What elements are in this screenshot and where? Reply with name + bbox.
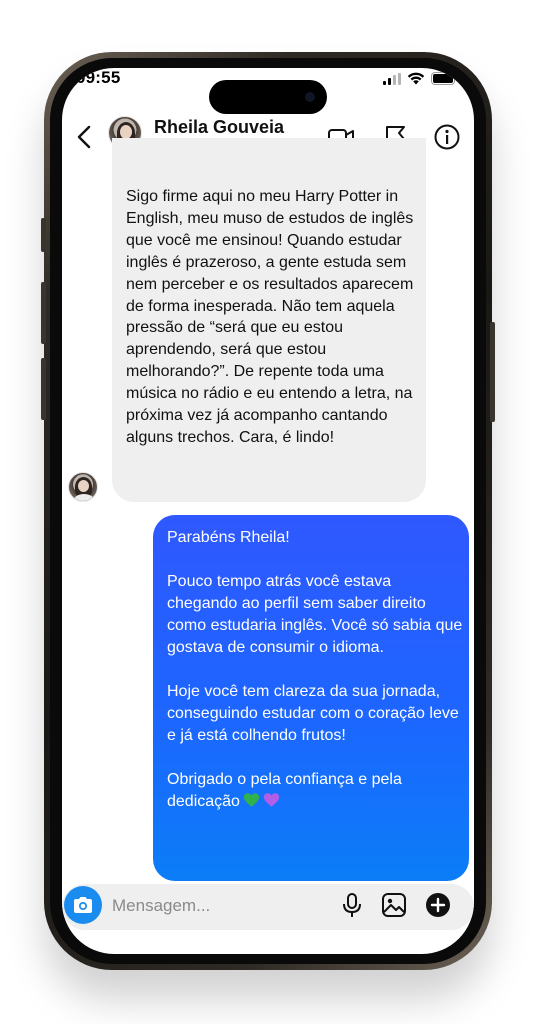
status-icons: [383, 72, 458, 85]
dynamic-island: [209, 80, 327, 114]
phone-side-button: [41, 282, 46, 344]
camera-icon: [74, 897, 92, 913]
sent-message-paragraph: Obrigado o pela confiança e pela dedicaç…: [167, 769, 463, 813]
info-icon[interactable]: [432, 122, 462, 152]
green-heart-icon: [243, 793, 260, 807]
sent-message-paragraph: Hoje você tem clareza da sua jornada, co…: [167, 683, 459, 744]
purple-heart-icon: [263, 793, 280, 807]
status-time: 09:55: [76, 68, 121, 87]
back-icon[interactable]: [72, 122, 98, 152]
phone-side-button: [490, 322, 495, 422]
phone-side-button: [41, 218, 46, 252]
signal-icon: [383, 72, 401, 85]
wifi-icon: [407, 72, 425, 85]
phone-screen: 09:55 Rheila Gouveia rheilagouveia: [62, 68, 474, 954]
sent-message-paragraph: Pouco tempo atrás você estava chegando a…: [167, 573, 463, 656]
contact-name[interactable]: Rheila Gouveia: [154, 117, 284, 138]
microphone-icon[interactable]: [338, 891, 366, 919]
gallery-icon[interactable]: [380, 891, 408, 919]
message-composer: [62, 884, 474, 930]
camera-lens: [305, 92, 315, 102]
add-icon[interactable]: [424, 891, 452, 919]
message-input[interactable]: [112, 896, 312, 916]
sent-message-paragraph: Parabéns Rheila!: [167, 529, 290, 546]
received-message-text: Sigo firme aqui no meu Harry Potter in E…: [126, 188, 414, 446]
sent-message-closing: Obrigado o pela confiança e pela dedicaç…: [167, 771, 402, 810]
camera-button[interactable]: [64, 886, 102, 924]
sent-message-text: Parabéns Rheila! Pouco tempo atrás você …: [167, 527, 463, 813]
phone-side-button: [41, 358, 46, 420]
battery-icon: [431, 72, 458, 85]
received-message-avatar: [68, 472, 98, 502]
